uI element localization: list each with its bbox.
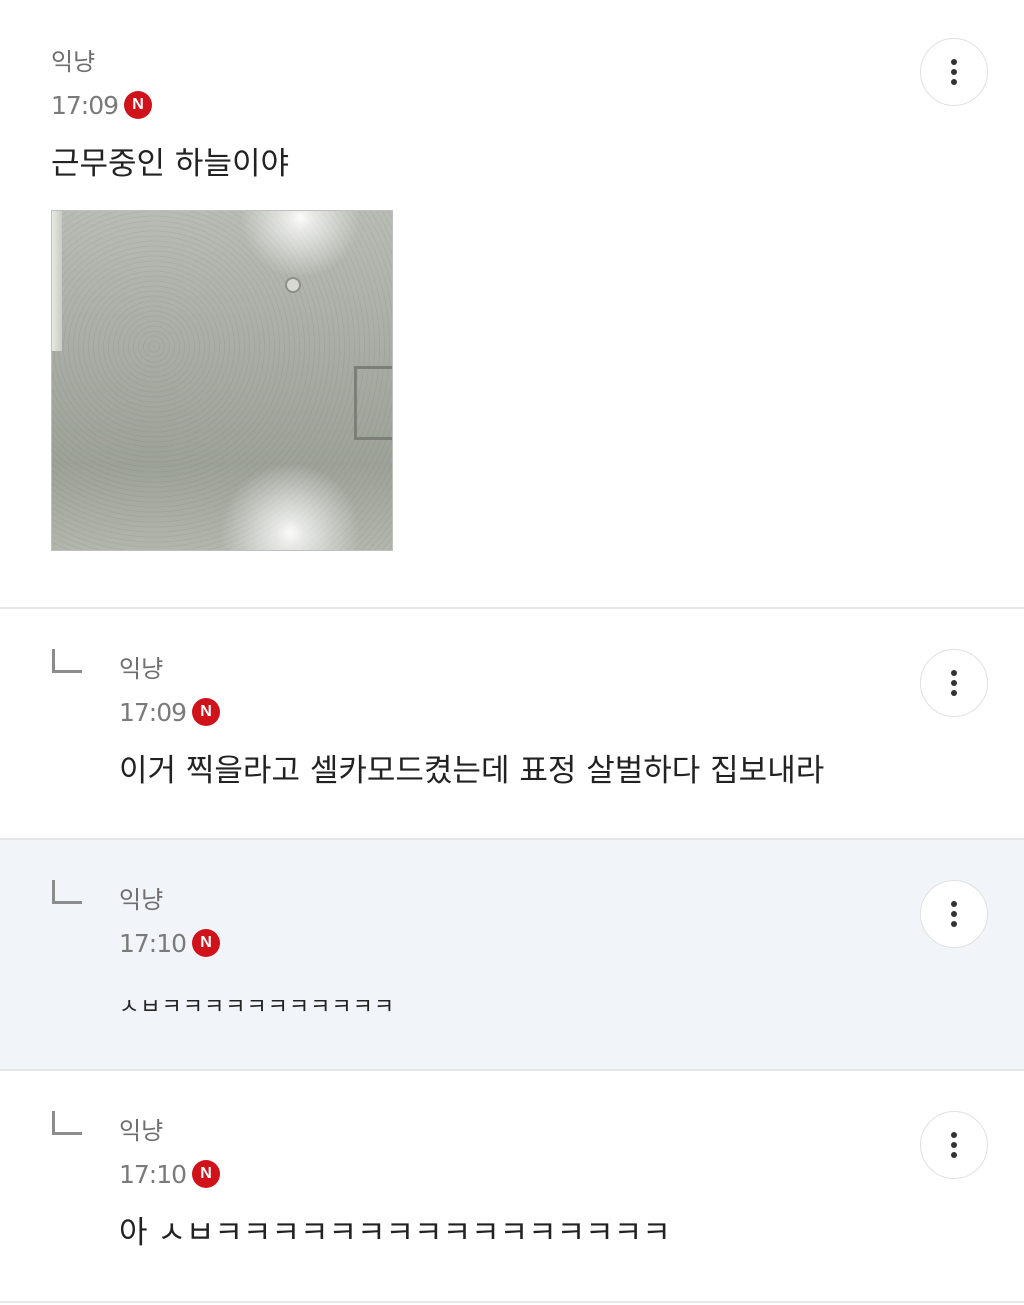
- reply-time: 17:10: [119, 1159, 187, 1189]
- image-detail: [354, 366, 392, 440]
- more-vertical-icon: [951, 1142, 957, 1148]
- reply-author: 익냥: [119, 886, 164, 914]
- reply-time: 17:10: [119, 928, 187, 958]
- post-meta: 17:09 N: [51, 90, 1024, 120]
- image-detail: [285, 277, 301, 293]
- post-time: 17:09: [51, 90, 119, 120]
- reply-text: ㅅㅂㅋㅋㅋㅋㅋㅋㅋㅋㅋㅋㅋ: [119, 995, 396, 1020]
- more-options-button[interactable]: [920, 1111, 988, 1179]
- more-vertical-icon: [951, 69, 957, 75]
- post-author: 익냥: [51, 48, 96, 76]
- more-vertical-icon: [951, 680, 957, 686]
- more-vertical-icon: [951, 921, 957, 927]
- image-detail: [52, 211, 62, 351]
- more-vertical-icon: [951, 901, 957, 907]
- more-vertical-icon: [951, 1152, 957, 1158]
- reply-item: 익냥 17:10 N 아 ㅅㅂㅋㅋㅋㅋㅋㅋㅋㅋㅋㅋㅋㅋㅋㅋㅋㅋ: [0, 1071, 1024, 1303]
- more-vertical-icon: [951, 1132, 957, 1138]
- reply-arrow-icon: [52, 1111, 82, 1135]
- new-badge-icon: N: [192, 1160, 221, 1188]
- new-badge-icon: N: [192, 929, 221, 957]
- reply-meta: 17:10 N: [119, 1159, 904, 1189]
- reply-author: 익냥: [119, 1117, 164, 1145]
- new-badge-icon: N: [124, 91, 153, 119]
- more-options-button[interactable]: [920, 649, 988, 717]
- post-image[interactable]: [51, 210, 393, 551]
- original-post: 익냥 17:09 N 근무중인 하늘이야: [0, 0, 1024, 609]
- reply-item: 익냥 17:10 N ㅅㅂㅋㅋㅋㅋㅋㅋㅋㅋㅋㅋㅋ: [0, 840, 1024, 1071]
- new-badge-icon: N: [192, 698, 221, 726]
- more-options-button[interactable]: [920, 38, 988, 106]
- more-options-button[interactable]: [920, 880, 988, 948]
- reply-author: 익냥: [119, 655, 164, 683]
- more-vertical-icon: [951, 911, 957, 917]
- reply-meta: 17:10 N: [119, 928, 904, 958]
- reply-item: 익냥 17:09 N 이거 찍을라고 셀카모드켰는데 표정 살벌하다 집보내라: [0, 609, 1024, 840]
- more-vertical-icon: [951, 79, 957, 85]
- comment-feed: 익냥 17:09 N 근무중인 하늘이야 익냥 17:09 N 이거 찍을라고 …: [0, 0, 1024, 1305]
- reply-arrow-icon: [52, 880, 82, 904]
- reply-meta: 17:09 N: [119, 697, 904, 727]
- reply-arrow-icon: [52, 649, 82, 673]
- reply-text: 이거 찍을라고 셀카모드켰는데 표정 살벌하다 집보내라: [119, 753, 825, 789]
- post-text: 근무중인 하늘이야: [51, 146, 290, 182]
- reply-time: 17:09: [119, 697, 187, 727]
- more-vertical-icon: [951, 690, 957, 696]
- more-vertical-icon: [951, 670, 957, 676]
- reply-text: 아 ㅅㅂㅋㅋㅋㅋㅋㅋㅋㅋㅋㅋㅋㅋㅋㅋㅋㅋ: [119, 1215, 671, 1251]
- more-vertical-icon: [951, 59, 957, 65]
